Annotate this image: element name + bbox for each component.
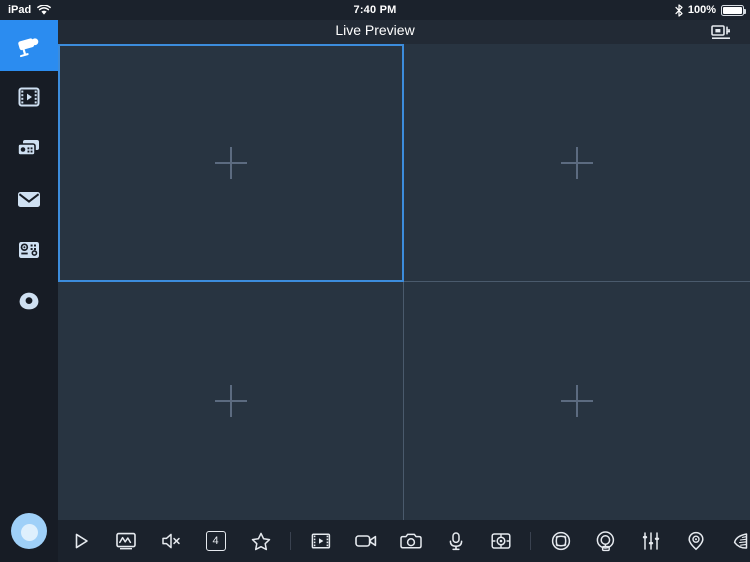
bottom-toolbar: 4 bbox=[58, 520, 750, 562]
disc-icon bbox=[17, 290, 41, 312]
camera-output-icon[interactable] bbox=[710, 23, 736, 43]
sidebar-item-live-preview[interactable] bbox=[0, 20, 58, 71]
fan-view-button[interactable] bbox=[718, 520, 750, 562]
microphone-button[interactable] bbox=[433, 520, 478, 562]
record-button[interactable] bbox=[343, 520, 388, 562]
fisheye-icon bbox=[550, 530, 572, 552]
status-bar-time: 7:40 PM bbox=[353, 4, 397, 16]
app-root: iPad 7:40 PM 100% Live Preview 4 bbox=[0, 0, 750, 562]
video-cell-3[interactable] bbox=[58, 282, 404, 520]
title-bar: Live Preview bbox=[0, 20, 750, 44]
video-grid bbox=[58, 44, 750, 520]
sliders-icon bbox=[640, 531, 662, 551]
snapshot-button[interactable] bbox=[388, 520, 433, 562]
layout-grid-icon: 4 bbox=[205, 531, 226, 551]
star-icon bbox=[250, 531, 272, 552]
ptz-target-icon bbox=[490, 531, 512, 551]
panorama-button[interactable] bbox=[583, 520, 628, 562]
fisheye-button[interactable] bbox=[538, 520, 583, 562]
sidebar-item-control-panel[interactable] bbox=[0, 224, 58, 275]
image-settings-button[interactable] bbox=[628, 520, 673, 562]
security-camera-icon bbox=[15, 34, 43, 58]
plus-icon[interactable] bbox=[561, 146, 593, 179]
display-waveform-button[interactable] bbox=[103, 520, 148, 562]
sidebar-item-disc[interactable] bbox=[0, 275, 58, 326]
plus-icon[interactable] bbox=[214, 385, 247, 417]
toolbar-divider-1 bbox=[290, 532, 291, 550]
speaker-mute-icon bbox=[160, 531, 182, 551]
video-camera-icon bbox=[354, 532, 378, 550]
sidebar bbox=[0, 20, 58, 562]
battery-percent-label: 100% bbox=[687, 4, 716, 16]
monitor-waveform-icon bbox=[115, 531, 137, 551]
device-cards-icon bbox=[16, 137, 42, 159]
play-icon bbox=[71, 531, 91, 551]
avatar-inner bbox=[20, 524, 38, 541]
mute-button[interactable] bbox=[148, 520, 193, 562]
ptz-button[interactable] bbox=[478, 520, 523, 562]
control-panel-icon bbox=[17, 239, 41, 261]
panorama-360-icon bbox=[594, 530, 618, 552]
sidebar-item-playback[interactable] bbox=[0, 71, 58, 122]
toolbar-divider-2 bbox=[530, 532, 531, 550]
plus-icon[interactable] bbox=[561, 385, 593, 417]
fan-cone-icon bbox=[730, 531, 750, 551]
location-pin-icon bbox=[685, 530, 707, 552]
video-cell-2[interactable] bbox=[404, 44, 750, 282]
battery-full-icon bbox=[721, 4, 746, 16]
bluetooth-icon bbox=[675, 3, 683, 17]
photo-camera-icon bbox=[399, 532, 423, 551]
user-avatar-icon[interactable] bbox=[11, 513, 47, 549]
clip-button[interactable] bbox=[298, 520, 343, 562]
status-bar-right: 100% bbox=[675, 3, 746, 17]
envelope-icon bbox=[16, 189, 42, 209]
film-strip-icon bbox=[17, 85, 41, 109]
layout-button[interactable]: 4 bbox=[193, 520, 238, 562]
video-cell-1[interactable] bbox=[58, 44, 404, 282]
plus-icon[interactable] bbox=[215, 147, 247, 179]
film-clip-icon bbox=[310, 531, 332, 551]
sidebar-item-messages[interactable] bbox=[0, 173, 58, 224]
microphone-icon bbox=[447, 531, 465, 551]
location-button[interactable] bbox=[673, 520, 718, 562]
sidebar-item-devices[interactable] bbox=[0, 122, 58, 173]
status-bar: iPad 7:40 PM 100% bbox=[0, 0, 750, 20]
favorite-button[interactable] bbox=[238, 520, 283, 562]
page-title: Live Preview bbox=[335, 22, 415, 38]
video-cell-4[interactable] bbox=[404, 282, 750, 520]
play-button[interactable] bbox=[58, 520, 103, 562]
